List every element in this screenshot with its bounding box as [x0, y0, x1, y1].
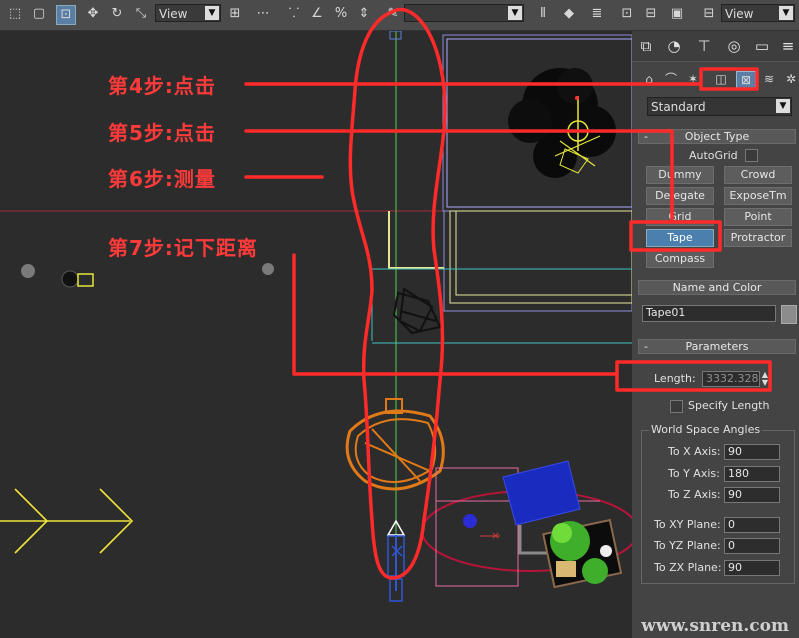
annotation-line-step7 [292, 253, 619, 376]
annotation-loop [348, 7, 447, 580]
annotation-box-tape [629, 220, 722, 252]
step4-label: 第4步:点击 [108, 74, 216, 98]
watermark: www.snren.com [641, 616, 789, 636]
step6-label: 第6步:测量 [108, 167, 216, 191]
annotation-box-helpers [699, 67, 759, 91]
annotation-box-length [615, 360, 772, 392]
step5-label: 第5步:点击 [108, 121, 216, 145]
step7-label: 第7步:记下距离 [108, 236, 258, 260]
